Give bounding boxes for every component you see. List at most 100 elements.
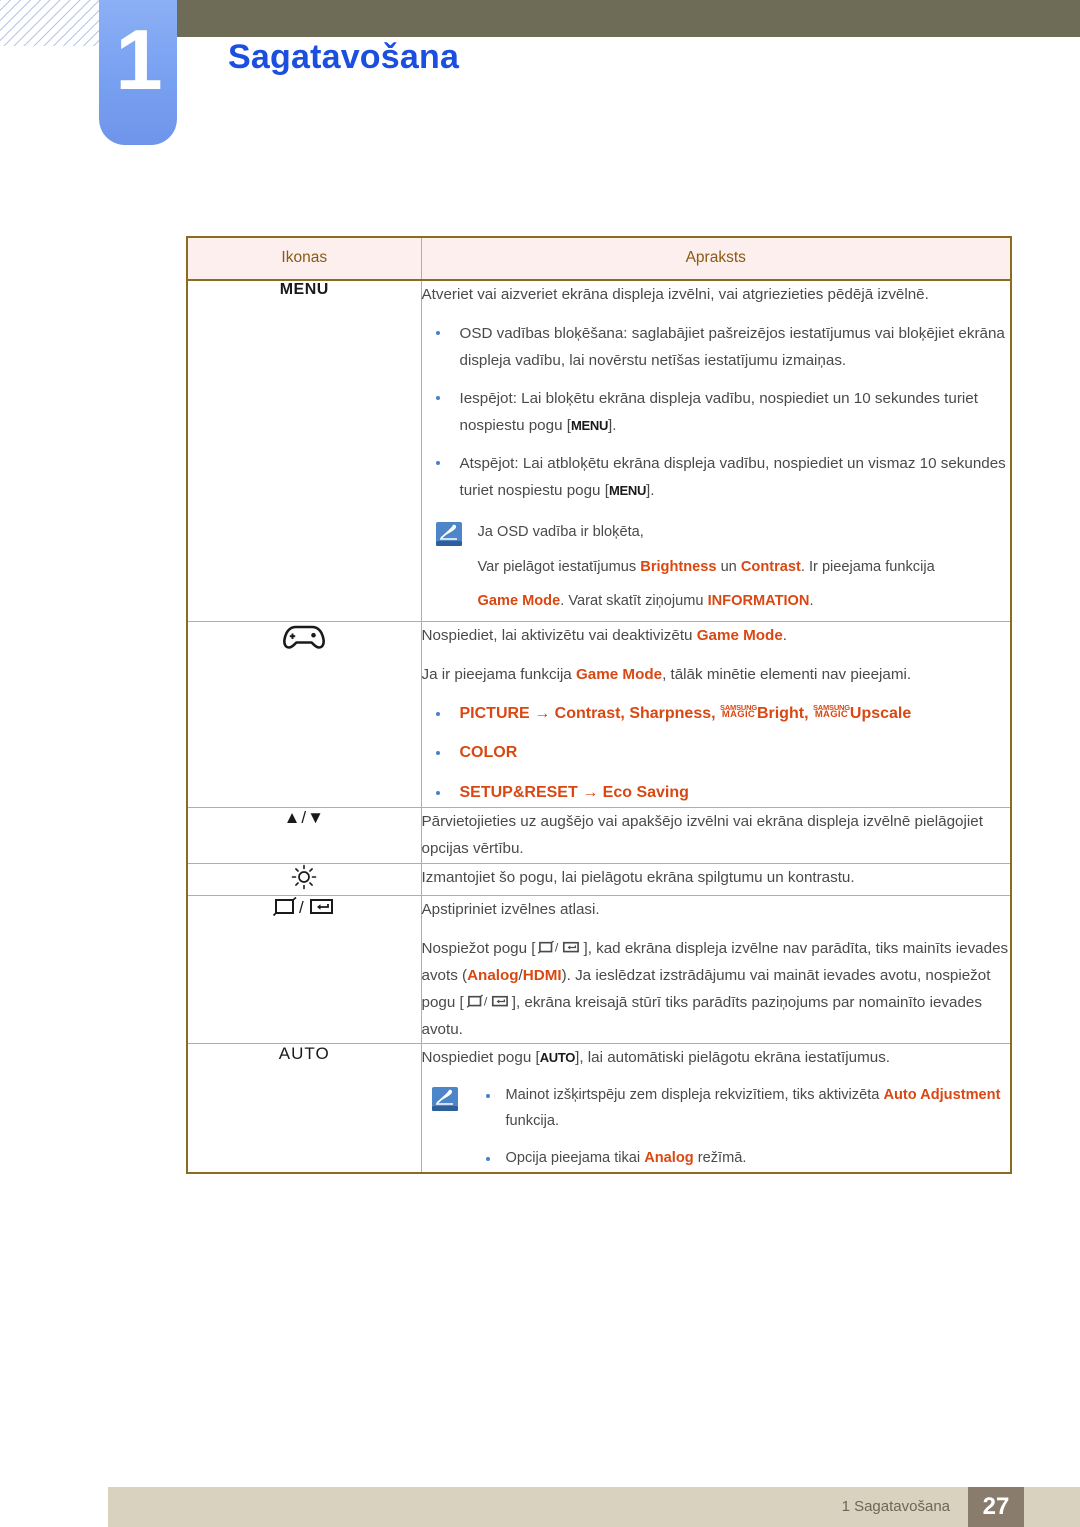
note-pen-icon [431,1086,458,1111]
hdmi-label: HDMI [522,966,562,984]
table-row: / Apstipriniet izvēlnes atlasi. Nospiežo… [186,894,1012,1044]
arrow-right-icon: → [534,705,551,723]
brightness-sun-icon [291,864,317,894]
gamemode-line-1: Nospiediet, lai aktivizētu vai deaktiviz… [422,622,1011,649]
svg-text:/: / [484,994,488,1008]
game-mode-label: Game Mode [696,626,783,644]
icon-cell-menu: MENU [186,279,422,622]
list-item: Opcija pieejama tikai Analog režīmā. [472,1146,1011,1172]
auto-line-1: Nospiediet pogu [AUTO], lai automātiski … [422,1044,1011,1071]
list-item: Mainot izšķirtspēju zem displeja rekvizī… [472,1083,1011,1135]
contrast-label: Contrast [740,558,801,575]
note-l1-c: un [716,558,741,575]
column-header-description: Apraksts [420,236,1012,281]
icon-cell-auto: AUTO [186,1042,422,1174]
analog-label: Analog [644,1149,694,1166]
icon-cell-updown: ▲/▼ [186,807,422,864]
menu-keycap-icon: MENU [570,418,609,434]
up-down-arrows-icon: ▲/▼ [283,808,325,828]
updown-text: Pārvietojieties uz augšējo vai apakšējo … [421,813,983,858]
chapter-number: 1 [115,13,162,108]
auto-l1-b: ], lai automātiski pielāgotu ekrāna iest… [575,1048,891,1066]
magicupscale-word: Upscale [849,705,912,723]
footer-chapter-label: 1 Sagatavošana [841,1498,950,1515]
samsung-magic-logo-icon: SAMSUNG MAGIC [720,704,757,721]
gm-l2-a: Ja ir pieejama funkcija [421,665,576,683]
table-row: Nospiediet, lai aktivizētu vai deaktiviz… [186,620,1012,809]
bullet3-pre: Atspējot: Lai atbloķētu ekrāna displeja … [459,455,1006,500]
control-buttons-table: Ikonas Apraksts MENU Atveriet vai aizver… [186,236,1012,1174]
list-item: OSD vadības bloķēšana: saglabājiet pašre… [422,320,1011,374]
auto-adjustment-label: Auto Adjustment [883,1086,1001,1103]
description-cell-source: Apstipriniet izvēlnes atlasi. Nospiežot … [420,894,1012,1044]
auto-n2-c: režīmā. [693,1149,747,1166]
gamemode-line-2: Ja ir pieejama funkcija Game Mode, tālāk… [422,661,1011,688]
list-item: Atspējot: Lai atbloķētu ekrāna displeja … [422,450,1011,504]
table-row: Izmantojiet šo pogu, lai pielāgotu ekrān… [186,862,1012,896]
note-l1-e: . Ir pieejama funkcija [800,558,935,575]
table-row: AUTO Nospiediet pogu [AUTO], lai automāt… [186,1042,1012,1174]
source-line-1: Apstipriniet izvēlnes atlasi. [421,900,600,918]
auto-n1-a: Mainot izšķirtspēju zem displeja rekvizī… [505,1086,884,1103]
source-enter-keycap-icon: / [535,940,583,957]
auto-keycap-icon: AUTO [539,1049,576,1065]
note-block-auto: Mainot izšķirtspēju zem displeja rekvizī… [422,1083,1011,1172]
auto-button-icon: AUTO [278,1043,330,1063]
magic-bottom: MAGIC [814,709,848,721]
game-mode-label: Game Mode [477,593,561,610]
auto-note-bullets: Mainot izšķirtspēju zem displeja rekvizī… [472,1083,1011,1172]
icon-cell-source-enter: / [186,894,422,1044]
magic-bottom: MAGIC [721,709,756,721]
note-line-1: Var pielāgot iestatījumus Brightness un … [478,555,1011,581]
brightness-text: Izmantojiet šo pogu, lai pielāgotu ekrān… [421,868,855,886]
gm-l1-c: . [782,626,788,644]
icon-cell-brightness [186,862,422,896]
menu-intro-text: Atveriet vai aizveriet ekrāna displeja i… [421,286,929,303]
list-item: SETUP&RESET → Eco Saving [422,779,1011,807]
table-row: MENU Atveriet vai aizveriet ekrāna displ… [186,279,1012,622]
gamepad-icon [282,625,326,656]
spec-table-wrapper: Ikonas Apraksts MENU Atveriet vai aizver… [186,236,1012,1174]
src-p2-a: Nospiežot pogu [ [421,939,536,957]
unavailable-items-list: PICTURE → Contrast, Sharpness, SAMSUNG MA… [422,700,1011,807]
brightness-label: Brightness [640,558,717,575]
note-l2-b: . Varat skatīt ziņojumu [560,593,708,610]
arrow-right-icon: → [582,783,599,801]
menu-keycap-icon: MENU [608,483,647,499]
auto-n1-c: funkcija. [505,1112,560,1129]
table-header-row: Ikonas Apraksts [186,236,1012,281]
description-cell-updown: Pārvietojieties uz augšējo vai apakšējo … [420,807,1012,864]
samsung-magic-logo-icon: SAMSUNG MAGIC [813,704,850,721]
game-mode-label: Game Mode [575,665,663,683]
list-item: Iespējot: Lai bloķētu ekrāna displeja va… [422,385,1011,439]
note-l2-d: . [809,593,814,610]
menu-button-icon: MENU [279,281,329,298]
note-l1-a: Var pielāgot iestatījumus [477,558,641,575]
list-item: COLOR [422,739,1011,767]
svg-text:/: / [299,898,304,917]
icon-cell-gamepad [186,620,422,809]
picture-items-pre: Contrast, Sharpness, [554,705,721,723]
bullet3-post: ]. [646,482,655,500]
auto-n2-a: Opcija pieejama tikai [505,1149,645,1166]
note-block-osd-locked: Ja OSD vadība ir bloķēta, Var pielāgot i… [422,520,1011,615]
list-item: PICTURE → Contrast, Sharpness, SAMSUNG MA… [422,700,1011,728]
description-cell-menu: Atveriet vai aizveriet ekrāna displeja i… [420,279,1012,622]
source-paragraph-2: Nospiežot pogu [/], kad ekrāna displeja … [422,935,1011,1043]
note-pen-icon [435,522,462,547]
description-cell-brightness: Izmantojiet šo pogu, lai pielāgotu ekrān… [420,862,1012,896]
information-label: INFORMATION [707,593,810,610]
bullet2-pre: Iespējot: Lai bloķētu ekrāna displeja va… [459,390,978,435]
magicbright-word: Bright [756,705,805,723]
note-title: Ja OSD vadība ir bloķēta, [477,524,644,541]
picture-menu-label: PICTURE [459,705,530,723]
description-cell-gamemode: Nospiediet, lai aktivizētu vai deaktiviz… [420,620,1012,809]
svg-text:/: / [555,940,559,954]
analog-label: Analog [467,966,519,984]
gm-l2-c: , tālāk minētie elementi nav pieejami. [662,665,912,683]
source-enter-keycap-icon: / [464,994,512,1011]
footer-page-number: 27 [968,1487,1024,1527]
source-enter-icon: / [273,896,335,922]
menu-bullet-list: OSD vadības bloķēšana: saglabājiet pašre… [422,320,1011,504]
page-title: Sagatavošana [228,38,460,76]
